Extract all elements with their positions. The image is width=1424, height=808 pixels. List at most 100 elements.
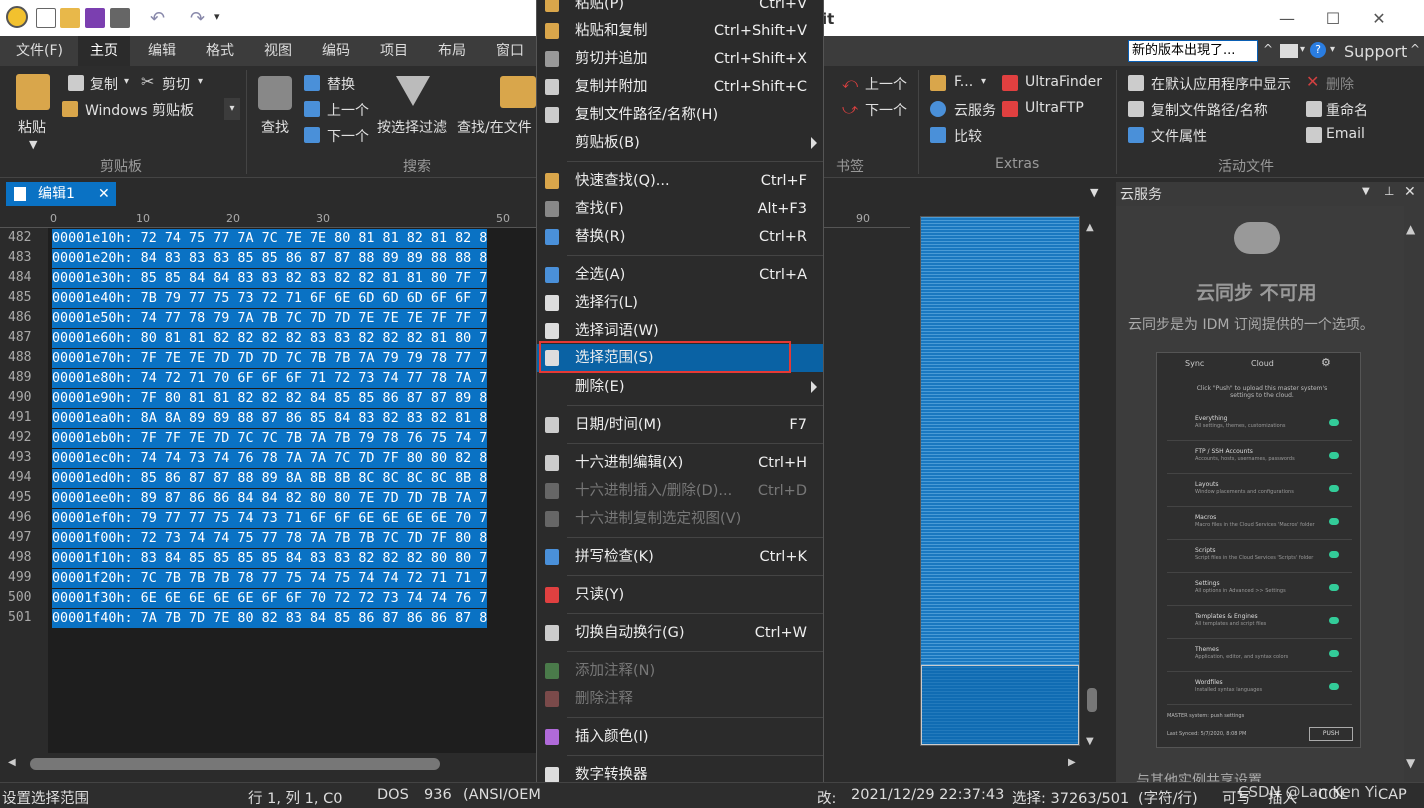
save-icon[interactable] bbox=[85, 8, 105, 28]
f-button[interactable]: F... bbox=[954, 74, 973, 90]
sync-item[interactable]: Scripts Script files in the Cloud Service… bbox=[1167, 541, 1352, 573]
menu-home[interactable]: 主页 bbox=[78, 36, 130, 66]
panel-scroll-up-icon[interactable]: ▲ bbox=[1406, 222, 1415, 236]
menu-item-hex-edit[interactable]: 十六进制编辑(X) Ctrl+H bbox=[537, 449, 823, 477]
hex-row[interactable]: 00001e70h: 7F 7E 7E 7D 7D 7D 7C 7B 7B 7A… bbox=[52, 349, 488, 368]
redo-icon[interactable]: ↷ bbox=[190, 8, 205, 29]
hex-row[interactable]: 00001e40h: 7B 79 77 75 73 72 71 6F 6E 6D… bbox=[52, 289, 488, 308]
undo-icon[interactable]: ↶ bbox=[150, 8, 165, 29]
customize-dropdown-icon[interactable]: ▾ bbox=[214, 10, 220, 23]
clipboard-dropdown-icon[interactable]: ▾ bbox=[224, 98, 240, 120]
hex-row[interactable]: 00001e50h: 74 77 78 79 7A 7B 7C 7D 7D 7E… bbox=[52, 309, 488, 328]
menu-item-delete[interactable]: 删除(E) bbox=[537, 373, 823, 401]
cut-dropdown-icon[interactable]: ▾ bbox=[198, 76, 203, 87]
menu-item-wordwrap[interactable]: 切换自动换行(G) Ctrl+W bbox=[537, 619, 823, 647]
menu-item-insert-color[interactable]: 插入颜色(I) bbox=[537, 723, 823, 751]
hex-row[interactable]: 00001ed0h: 85 86 87 87 88 89 8A 8B 8B 8C… bbox=[52, 469, 488, 488]
close-button[interactable]: ✕ bbox=[1356, 0, 1402, 36]
scroll-up-arrow-icon[interactable]: ^ bbox=[1410, 42, 1420, 56]
tab-edit1[interactable]: 编辑1 ✕ bbox=[6, 182, 116, 206]
sync-item[interactable]: Settings All options in Advanced >> Setti… bbox=[1167, 574, 1352, 606]
scroll-left-icon[interactable]: ◀ bbox=[8, 757, 16, 768]
codepage[interactable]: 936 bbox=[424, 787, 452, 803]
f-dropdown-icon[interactable]: ▾ bbox=[981, 76, 986, 87]
menu-item-spellcheck[interactable]: 拼写检查(K) Ctrl+K bbox=[537, 543, 823, 571]
hex-row[interactable]: 00001e10h: 72 74 75 77 7A 7C 7E 7E 80 81… bbox=[52, 229, 488, 248]
filter-selection-button[interactable]: 按选择过滤 bbox=[377, 117, 447, 137]
hex-row[interactable]: 00001e80h: 74 72 71 70 6F 6F 6F 71 72 73… bbox=[52, 369, 488, 388]
hex-row[interactable]: 00001e90h: 7F 80 81 81 82 82 82 84 85 85… bbox=[52, 389, 488, 408]
bookmark-next-button[interactable]: 下一个 bbox=[865, 100, 907, 120]
ultraftp-button[interactable]: UltraFTP bbox=[1025, 100, 1084, 116]
hex-row[interactable]: 00001f10h: 83 84 85 85 85 85 84 83 83 82… bbox=[52, 549, 488, 568]
paste-button[interactable]: 粘贴 bbox=[18, 117, 46, 137]
menu-item-datetime[interactable]: 日期/时间(M) F7 bbox=[537, 411, 823, 439]
menu-item-paste[interactable]: 粘贴(P) Ctrl+V bbox=[537, 0, 823, 18]
scroll-up-icon[interactable]: ▲ bbox=[1086, 222, 1094, 233]
find-in-files-button[interactable]: 查找/在文件 bbox=[457, 117, 536, 137]
push-button[interactable]: PUSH bbox=[1309, 727, 1353, 741]
app-logo-icon[interactable] bbox=[6, 6, 28, 28]
hex-row[interactable]: 00001f00h: 72 73 74 74 75 77 78 7A 7B 7B… bbox=[52, 529, 488, 548]
line-ending[interactable]: DOS bbox=[377, 787, 409, 803]
encoding[interactable]: (ANSI/OEM bbox=[463, 787, 541, 803]
minimap[interactable] bbox=[920, 216, 1080, 746]
compare-button[interactable]: 比较 bbox=[954, 126, 982, 146]
menu-edit[interactable]: 编辑 bbox=[136, 36, 188, 66]
email-button[interactable]: Email bbox=[1326, 126, 1365, 142]
menu-item-paste-copy[interactable]: 粘贴和复制 Ctrl+Shift+V bbox=[537, 17, 823, 45]
maximize-button[interactable]: ☐ bbox=[1310, 0, 1356, 36]
scroll-right-icon[interactable]: ▶ bbox=[1068, 757, 1076, 768]
open-folder-icon[interactable] bbox=[60, 8, 80, 28]
sync-item[interactable]: Layouts Window placements and configurati… bbox=[1167, 475, 1352, 507]
hex-row[interactable]: 00001ec0h: 74 74 73 74 76 78 7A 7A 7C 7D… bbox=[52, 449, 488, 468]
sync-item[interactable]: FTP / SSH Accounts Accounts, hosts, usern… bbox=[1167, 442, 1352, 474]
menu-format[interactable]: 格式 bbox=[194, 36, 246, 66]
menu-item-copy-path[interactable]: 复制文件路径/名称(H) bbox=[537, 101, 823, 129]
paste-big-icon[interactable] bbox=[16, 74, 50, 110]
menu-file[interactable]: 文件(F) bbox=[4, 36, 75, 66]
panel-close-icon[interactable]: ✕ bbox=[1404, 184, 1416, 200]
hex-row[interactable]: 00001f40h: 7A 7B 7D 7E 80 82 83 84 85 86… bbox=[52, 609, 488, 628]
hex-row[interactable]: 00001f20h: 7C 7B 7B 7B 78 77 75 74 75 74… bbox=[52, 569, 488, 588]
cursor-position[interactable]: 行 1, 列 1, C0 bbox=[248, 787, 342, 808]
copy-path-button[interactable]: 复制文件路径/名称 bbox=[1151, 100, 1268, 120]
menu-window[interactable]: 窗口 bbox=[484, 36, 536, 66]
menu-layout[interactable]: 布局 bbox=[426, 36, 478, 66]
copy-button[interactable]: 复制 bbox=[90, 74, 118, 94]
menu-item-clipboard[interactable]: 剪贴板(B) bbox=[537, 129, 823, 157]
rename-button[interactable]: 重命名 bbox=[1326, 100, 1368, 120]
layout-icon[interactable] bbox=[1280, 44, 1298, 58]
help-icon[interactable]: ? bbox=[1310, 42, 1326, 58]
settings-gear-icon[interactable]: ⚙ bbox=[1321, 356, 1331, 369]
h-scroll-thumb[interactable] bbox=[30, 758, 440, 770]
menu-project[interactable]: 项目 bbox=[368, 36, 420, 66]
sync-item[interactable]: Macros Macro files in the Cloud Services … bbox=[1167, 508, 1352, 540]
menu-item-quick-find[interactable]: 快速查找(Q)... Ctrl+F bbox=[537, 167, 823, 195]
minimize-button[interactable]: — bbox=[1264, 0, 1310, 36]
vertical-scrollbar[interactable]: ▲ ▼ bbox=[1082, 218, 1102, 753]
menu-item-select-line[interactable]: 选择行(L) bbox=[537, 289, 823, 317]
hex-row[interactable]: 00001ee0h: 89 87 86 86 84 84 82 80 80 7E… bbox=[52, 489, 488, 508]
cut-button[interactable]: 剪切 bbox=[162, 74, 190, 94]
collapse-ribbon-icon[interactable]: ^ bbox=[1263, 42, 1273, 56]
scroll-thumb[interactable] bbox=[1087, 688, 1097, 712]
help-dropdown-icon[interactable]: ▾ bbox=[1330, 44, 1335, 55]
ultrafinder-button[interactable]: UltraFinder bbox=[1025, 74, 1102, 90]
layout-dropdown-icon[interactable]: ▾ bbox=[1300, 44, 1305, 55]
sync-item[interactable]: Themes Application, editor, and syntax co… bbox=[1167, 640, 1352, 672]
support-link[interactable]: Support bbox=[1344, 42, 1407, 61]
panel-dropdown-icon[interactable]: ▼ bbox=[1362, 186, 1370, 197]
hex-row[interactable]: 00001f30h: 6E 6E 6E 6E 6E 6F 6F 70 72 72… bbox=[52, 589, 488, 608]
copy-dropdown-icon[interactable]: ▾ bbox=[124, 76, 129, 87]
cloud-services-button[interactable]: 云服务 bbox=[954, 100, 996, 120]
delete-file-button[interactable]: 删除 bbox=[1326, 74, 1354, 94]
menu-item-readonly[interactable]: 只读(Y) bbox=[537, 581, 823, 609]
menu-item-copy-append[interactable]: 复制并附加 Ctrl+Shift+C bbox=[537, 73, 823, 101]
scroll-down-icon[interactable]: ▼ bbox=[1086, 736, 1094, 747]
update-notice-field[interactable]: 新的版本出現了... bbox=[1128, 40, 1258, 62]
sync-tab[interactable]: Sync bbox=[1185, 359, 1204, 368]
new-file-icon[interactable] bbox=[36, 8, 56, 28]
hex-row[interactable]: 00001ea0h: 8A 8A 89 89 88 87 86 85 84 83… bbox=[52, 409, 488, 428]
bookmark-prev-button[interactable]: 上一个 bbox=[865, 74, 907, 94]
